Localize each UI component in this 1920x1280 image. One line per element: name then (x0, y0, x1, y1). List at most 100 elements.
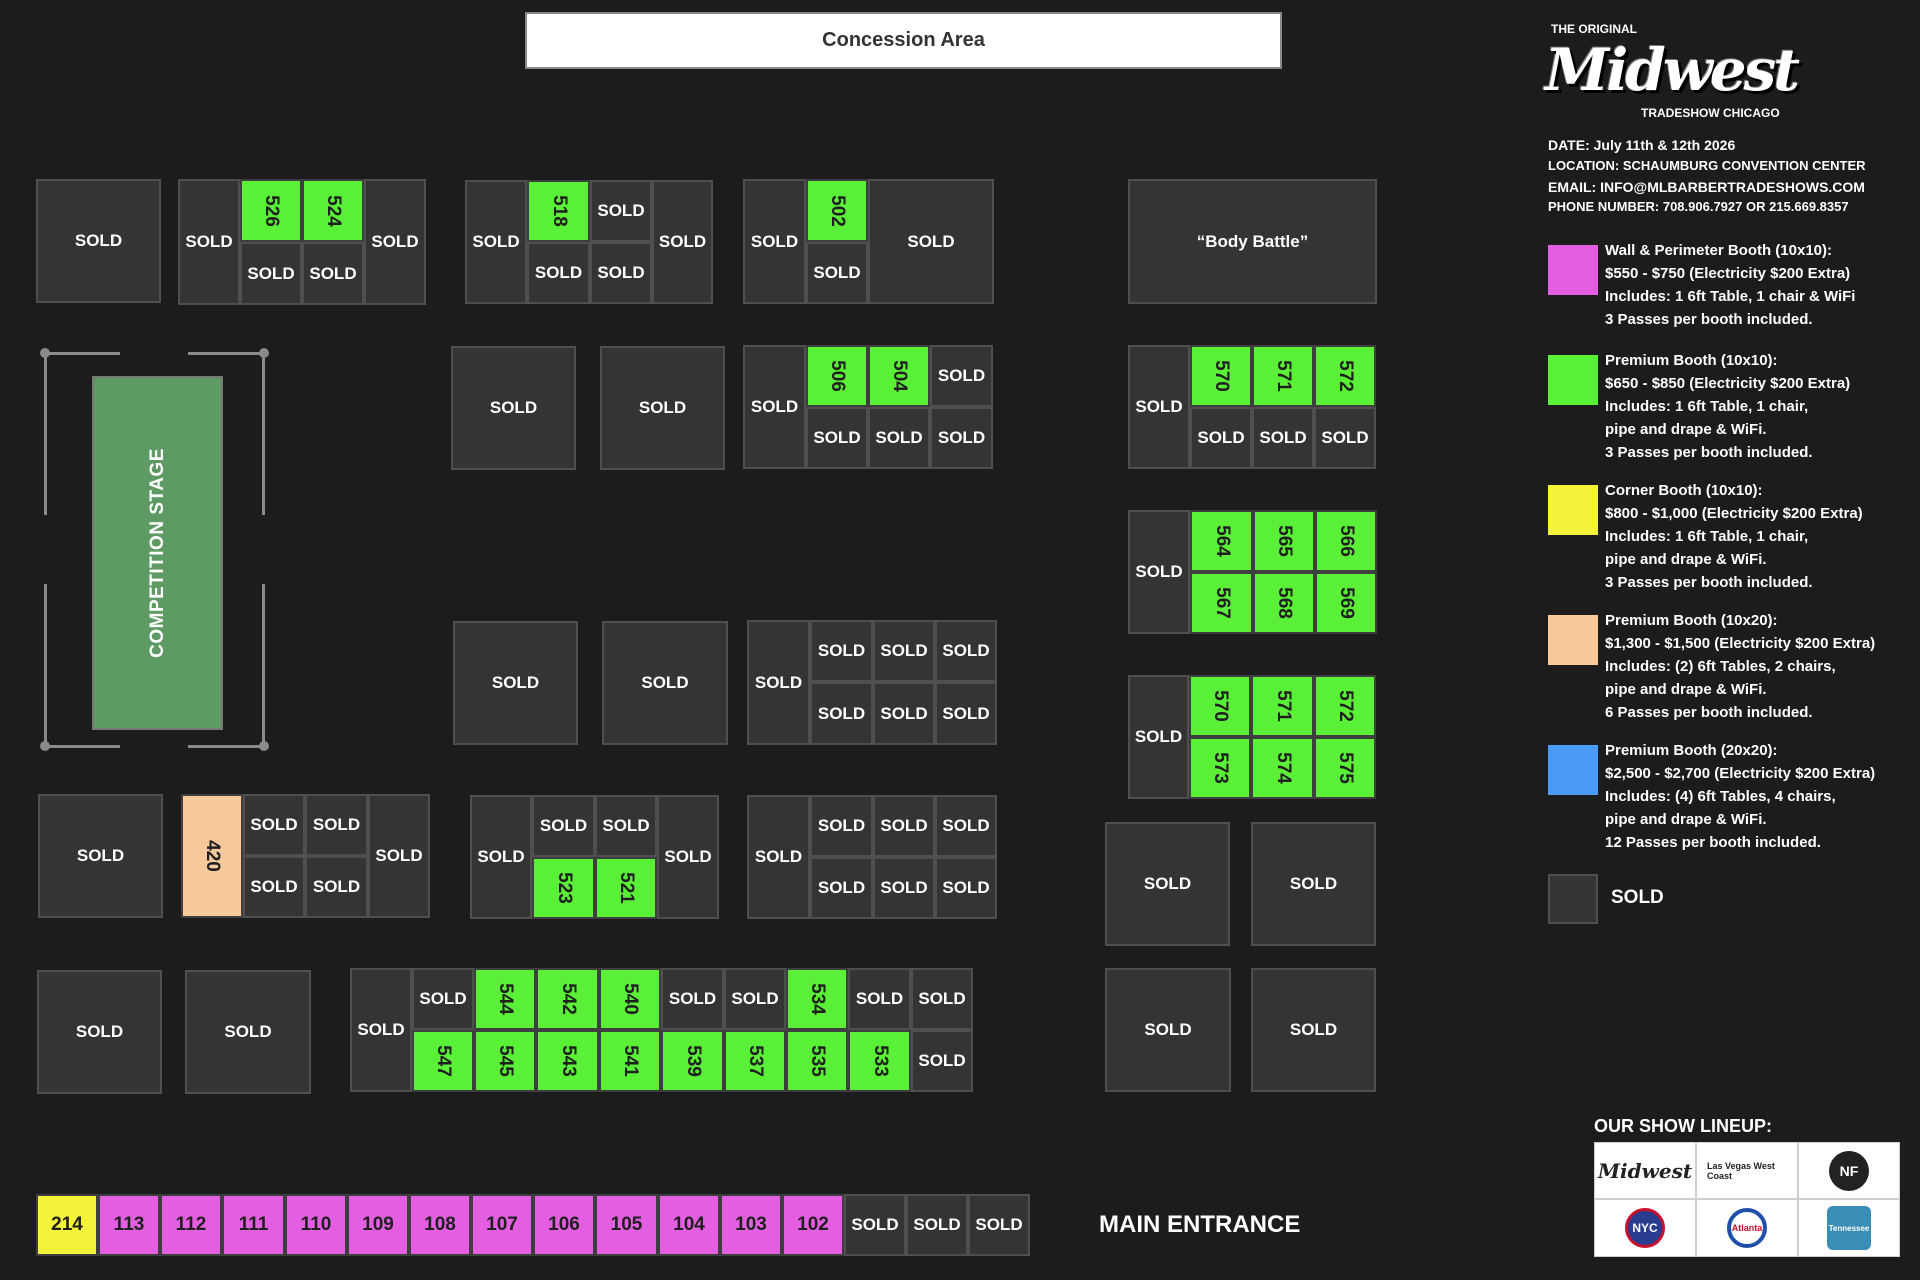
booth-sold[interactable]: SOLD (935, 620, 997, 682)
booth-sold[interactable]: SOLD (240, 242, 302, 305)
booth-420[interactable]: 420 (181, 794, 243, 918)
tennessee-show-logo[interactable]: Tennessee (1798, 1199, 1900, 1257)
booth-105[interactable]: 105 (595, 1194, 658, 1256)
booth-sold[interactable]: SOLD (243, 856, 305, 918)
booth-sold[interactable]: SOLD (36, 179, 161, 303)
booth-sold[interactable]: SOLD (930, 407, 993, 469)
booth-502[interactable]: 502 (806, 179, 868, 242)
booth-sold[interactable]: SOLD (590, 242, 652, 304)
booth-sold[interactable]: SOLD (527, 242, 590, 304)
booth-sold[interactable]: SOLD (1190, 407, 1252, 469)
booth-sold[interactable]: SOLD (810, 620, 873, 682)
booth-109[interactable]: 109 (347, 1194, 409, 1256)
booth-sold[interactable]: SOLD (810, 795, 873, 857)
booth-sold[interactable]: SOLD (1128, 510, 1190, 634)
booth-542[interactable]: 542 (536, 968, 599, 1030)
booth-569[interactable]: 569 (1315, 572, 1377, 634)
booth-sold[interactable]: SOLD (868, 407, 930, 469)
booth-545[interactable]: 545 (474, 1030, 536, 1092)
booth-sold[interactable]: SOLD (1252, 407, 1314, 469)
booth-sold[interactable]: SOLD (243, 794, 305, 856)
booth-sold[interactable]: SOLD (906, 1194, 968, 1256)
booth-sold[interactable]: SOLD (911, 1030, 973, 1092)
booth-sold[interactable]: SOLD (465, 180, 527, 304)
booth-518[interactable]: 518 (527, 180, 590, 242)
booth-sold[interactable]: SOLD (470, 795, 532, 919)
booth-sold[interactable]: SOLD (37, 970, 162, 1094)
booth-524[interactable]: 524 (302, 179, 364, 242)
booth-568[interactable]: 568 (1253, 572, 1315, 634)
booth-sold[interactable]: SOLD (968, 1194, 1030, 1256)
booth-sold[interactable]: SOLD (185, 970, 311, 1094)
booth-526[interactable]: 526 (240, 179, 302, 242)
booth-535[interactable]: 535 (786, 1030, 848, 1092)
booth-571[interactable]: 571 (1252, 345, 1314, 407)
booth-sold[interactable]: SOLD (1128, 675, 1189, 799)
booth-570b[interactable]: 570 (1189, 675, 1251, 737)
midwest-show-logo[interactable]: Midwest (1594, 1142, 1696, 1199)
booth-523[interactable]: 523 (532, 857, 595, 919)
booth-sold[interactable]: SOLD (743, 179, 806, 304)
booth-540[interactable]: 540 (599, 968, 661, 1030)
booth-sold[interactable]: SOLD (747, 795, 810, 919)
booth-sold[interactable]: SOLD (810, 682, 873, 745)
booth-sold[interactable]: SOLD (911, 968, 973, 1030)
booth-sold[interactable]: SOLD (412, 968, 474, 1030)
booth-sold[interactable]: SOLD (602, 621, 728, 745)
booth-543[interactable]: 543 (536, 1030, 599, 1092)
booth-sold[interactable]: SOLD (873, 795, 935, 857)
booth-sold[interactable]: SOLD (453, 621, 578, 745)
booth-sold[interactable]: SOLD (935, 682, 997, 745)
booth-113[interactable]: 113 (98, 1194, 160, 1256)
atlanta-show-logo[interactable]: Atlanta (1696, 1199, 1798, 1257)
booth-541[interactable]: 541 (599, 1030, 661, 1092)
booth-108[interactable]: 108 (409, 1194, 471, 1256)
booth-sold[interactable]: SOLD (935, 795, 997, 857)
booth-sold[interactable]: SOLD (844, 1194, 906, 1256)
booth-sold[interactable]: SOLD (652, 180, 713, 304)
booth-537[interactable]: 537 (724, 1030, 786, 1092)
booth-sold[interactable]: SOLD (657, 795, 719, 919)
booth-sold[interactable]: SOLD (1128, 345, 1190, 469)
booth-sold[interactable]: SOLD (873, 857, 935, 919)
booth-sold[interactable]: SOLD (532, 795, 595, 857)
booth-sold[interactable]: SOLD (747, 620, 810, 745)
booth-110[interactable]: 110 (285, 1194, 347, 1256)
booth-106[interactable]: 106 (533, 1194, 595, 1256)
body-battle[interactable]: “Body Battle” (1128, 179, 1377, 304)
booth-573[interactable]: 573 (1189, 737, 1251, 799)
booth-102[interactable]: 102 (782, 1194, 844, 1256)
booth-214[interactable]: 214 (36, 1194, 98, 1256)
booth-sold[interactable]: SOLD (451, 346, 576, 470)
booth-570[interactable]: 570 (1190, 345, 1252, 407)
booth-sold[interactable]: SOLD (600, 346, 725, 470)
nyc-show-logo[interactable]: NYC (1594, 1199, 1696, 1257)
booth-575[interactable]: 575 (1314, 737, 1376, 799)
booth-sold[interactable]: SOLD (873, 620, 935, 682)
booth-sold[interactable]: SOLD (1105, 822, 1230, 946)
booth-sold[interactable]: SOLD (305, 794, 368, 856)
booth-sold[interactable]: SOLD (935, 857, 997, 919)
booth-572b[interactable]: 572 (1314, 675, 1376, 737)
booth-506[interactable]: 506 (806, 345, 868, 407)
booth-574[interactable]: 574 (1251, 737, 1314, 799)
booth-572[interactable]: 572 (1314, 345, 1376, 407)
booth-sold[interactable]: SOLD (1105, 968, 1231, 1092)
booth-567[interactable]: 567 (1190, 572, 1253, 634)
booth-sold[interactable]: SOLD (350, 968, 412, 1092)
booth-571b[interactable]: 571 (1251, 675, 1314, 737)
booth-sold[interactable]: SOLD (810, 857, 873, 919)
booth-sold[interactable]: SOLD (590, 180, 652, 242)
booth-sold[interactable]: SOLD (724, 968, 786, 1030)
booth-521[interactable]: 521 (595, 857, 657, 919)
booth-sold[interactable]: SOLD (1251, 968, 1376, 1092)
booth-534[interactable]: 534 (786, 968, 848, 1030)
booth-sold[interactable]: SOLD (743, 345, 806, 469)
booth-533[interactable]: 533 (848, 1030, 911, 1092)
booth-104[interactable]: 104 (658, 1194, 720, 1256)
booth-103[interactable]: 103 (720, 1194, 782, 1256)
booth-sold[interactable]: SOLD (848, 968, 911, 1030)
booth-566[interactable]: 566 (1315, 510, 1377, 572)
booth-sold[interactable]: SOLD (302, 242, 364, 305)
booth-544[interactable]: 544 (474, 968, 536, 1030)
